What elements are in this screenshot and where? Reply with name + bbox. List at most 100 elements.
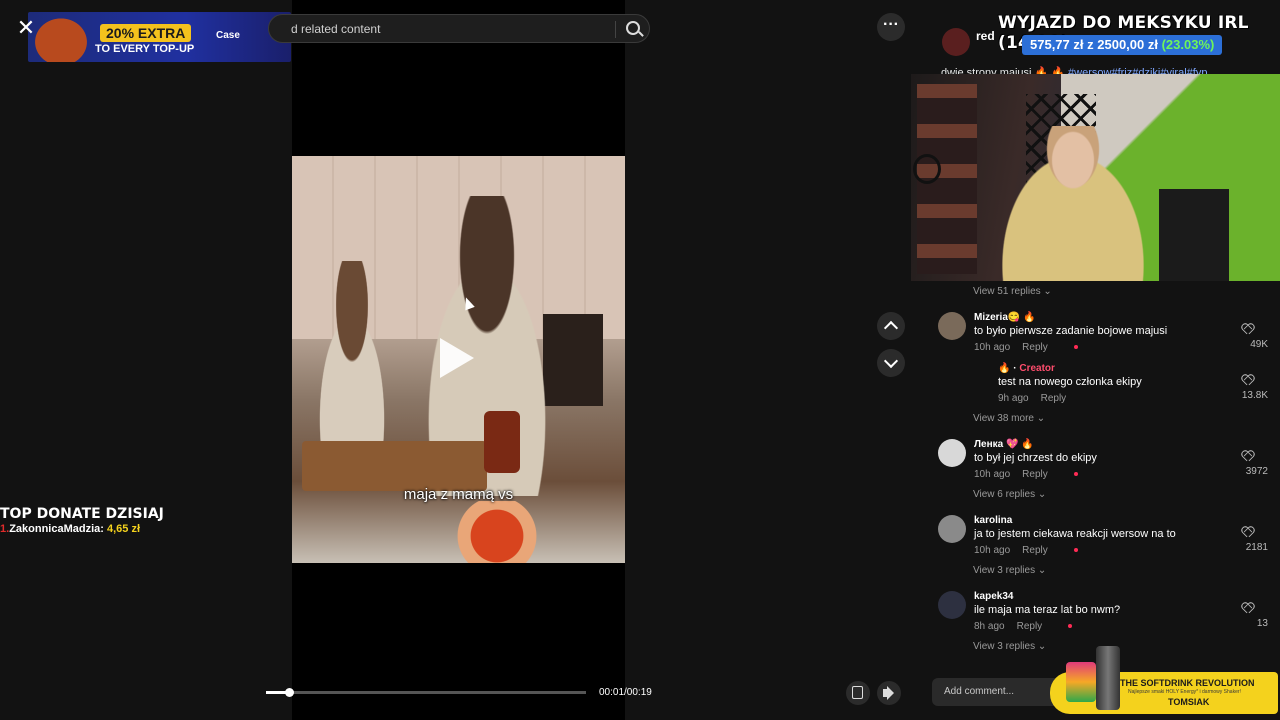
comment-avatar[interactable] [938, 312, 966, 340]
search-divider [615, 21, 616, 38]
top-donate-rank: 1. [0, 523, 10, 535]
top-donate-overlay: TOP DONATE DZISIAJ 1.ZakonnicaMadzia: 4,… [0, 506, 164, 535]
video-progress-thumb[interactable] [285, 688, 295, 697]
search-bar[interactable]: d related content [268, 14, 650, 43]
comment-username[interactable]: Mizeria😋 🔥 [974, 312, 1036, 323]
stream-goal-progress: 575,77 zł z 2500,00 zł (23.03%) [1022, 35, 1223, 55]
video-time: 00:01/00:19 [599, 687, 652, 698]
video-player[interactable]: maja z mamą vs [292, 156, 625, 563]
comment-username[interactable]: 🔥 · Creator [998, 363, 1055, 374]
comment-text: to było pierwsze zadanie bojowe majusi [974, 325, 1168, 337]
ad-brand: Case [216, 30, 240, 41]
search-input[interactable]: d related content [291, 22, 380, 36]
comment-username[interactable]: kapek34 [974, 591, 1013, 602]
ad-tagline: TO EVERY TOP-UP [95, 43, 195, 55]
comment-time: 10h ago [974, 469, 1011, 480]
comment-meta: 8h ago Reply [974, 621, 1073, 632]
author-avatar[interactable] [942, 28, 970, 56]
chevron-down-icon[interactable] [883, 353, 899, 369]
next-video-button[interactable] [877, 349, 905, 377]
goal-separator: z [1087, 37, 1094, 52]
comment-like-count: 3972 [1245, 466, 1268, 477]
webcam-microphone [913, 154, 941, 184]
video-subtitle: maja z mamą vs [403, 486, 514, 503]
creator-liked-icon [1068, 624, 1073, 629]
like-heart-icon[interactable] [1242, 526, 1254, 537]
creator-liked-icon [1073, 472, 1078, 477]
volume-icon[interactable] [883, 689, 888, 697]
creator-badge: Creator [1019, 363, 1055, 374]
like-heart-icon[interactable] [1242, 450, 1254, 461]
video-progress-bar[interactable] [266, 688, 586, 697]
ad-extra-label: 20% EXTRA [100, 24, 192, 42]
comment-meta: 10h ago Reply [974, 545, 1078, 556]
softdrink-subtitle: Najlepsze smaki HOLY Energy* i darmowy S… [1128, 689, 1241, 695]
chevron-up-icon[interactable] [883, 320, 899, 336]
comment-like-count: 49K [1250, 339, 1268, 350]
comment-avatar[interactable] [938, 439, 966, 467]
creator-liked-icon [1073, 345, 1078, 350]
video-scene-vegetables [442, 501, 552, 563]
like-heart-icon[interactable] [1242, 602, 1254, 613]
comment-username[interactable]: karolina [974, 515, 1012, 526]
comment-item: kapek34 ile maja ma teraz lat bo nwm? 8h… [938, 591, 1268, 632]
comment-text: ile maja ma teraz lat bo nwm? [974, 604, 1121, 616]
comment-reply-item: 🔥 · Creator test na nowego członka ekipy… [962, 363, 1268, 404]
comment-like-count: 13 [1256, 618, 1268, 629]
close-icon[interactable]: ✕ [17, 15, 35, 41]
comment-like-count: 13.8K [1241, 390, 1268, 401]
shaker-icon [1096, 646, 1120, 710]
view-replies-link[interactable]: View 3 replies [973, 565, 1046, 576]
comment-item: karolina ja to jestem ciekawa reakcji we… [938, 515, 1268, 556]
more-options-button[interactable]: ··· [877, 13, 905, 41]
more-horizontal-icon[interactable]: ··· [883, 16, 899, 33]
comment-username[interactable]: Ленка 💖 🔥 [974, 439, 1034, 450]
like-heart-icon[interactable] [1242, 374, 1254, 385]
top-donate-entry: 1.ZakonnicaMadzia: 4,65 zł [0, 523, 164, 535]
comment-item: Ленка 💖 🔥 to był jej chrzest do ekipy 10… [938, 439, 1268, 480]
softdrink-ad-overlay: THE SOFTDRINK REVOLUTION Najlepsze smaki… [1050, 646, 1278, 714]
webcam-chair [1159, 189, 1229, 281]
comment-text: ja to jestem ciekawa reakcji wersow na t… [974, 528, 1176, 540]
like-heart-icon[interactable] [1242, 323, 1254, 334]
comment-text: to był jej chrzest do ekipy [974, 452, 1097, 464]
comment-reply-button[interactable]: Reply [1017, 621, 1043, 632]
goal-current: 575,77 zł [1030, 37, 1084, 52]
comment-reply-button[interactable]: Reply [1022, 469, 1048, 480]
picture-in-picture-button[interactable] [846, 681, 870, 705]
view-more-replies-link[interactable]: View 38 more [973, 413, 1045, 424]
reply-user[interactable]: 🔥 · [998, 363, 1019, 374]
streamer-webcam [911, 74, 1280, 281]
comment-meta: 10h ago Reply [974, 342, 1078, 353]
picture-in-picture-icon[interactable] [852, 686, 863, 699]
creator-liked-icon [1073, 548, 1078, 553]
top-donate-title: TOP DONATE DZISIAJ [0, 506, 164, 522]
view-replies-link[interactable]: View 6 replies [973, 489, 1046, 500]
close-button[interactable]: ✕ [12, 14, 40, 42]
video-scene-cutting-board [302, 441, 487, 491]
goal-target: 2500,00 zł [1097, 37, 1158, 52]
ad-banner[interactable]: 20% EXTRA TO EVERY TOP-UP Case [28, 12, 291, 62]
comment-reply-button[interactable]: Reply [1022, 342, 1048, 353]
volume-button[interactable] [877, 681, 901, 705]
play-icon[interactable] [440, 338, 474, 378]
softdrink-title: THE SOFTDRINK REVOLUTION [1120, 678, 1255, 688]
video-scene-jar [484, 411, 520, 473]
comment-like-count: 2181 [1245, 542, 1268, 553]
comment-time: 9h ago [998, 393, 1029, 404]
search-icon[interactable] [626, 21, 640, 35]
view-replies-link[interactable]: View 3 replies [973, 641, 1046, 652]
view-replies-link[interactable]: View 51 replies [973, 286, 1052, 297]
comment-reply-button[interactable]: Reply [1022, 545, 1048, 556]
comment-item: Mizeria😋 🔥 to było pierwsze zadanie bojo… [938, 312, 1268, 353]
add-comment-placeholder[interactable]: Add comment... [944, 686, 1014, 697]
ad-brand-text: Case [216, 30, 240, 41]
comment-avatar[interactable] [938, 515, 966, 543]
previous-video-button[interactable] [877, 312, 905, 340]
comment-meta: 9h ago Reply [998, 393, 1066, 404]
author-name[interactable]: red [976, 29, 995, 43]
comment-reply-button[interactable]: Reply [1041, 393, 1067, 404]
comment-avatar[interactable] [938, 591, 966, 619]
drink-pack-icon [1066, 662, 1096, 702]
comment-meta: 10h ago Reply [974, 469, 1078, 480]
